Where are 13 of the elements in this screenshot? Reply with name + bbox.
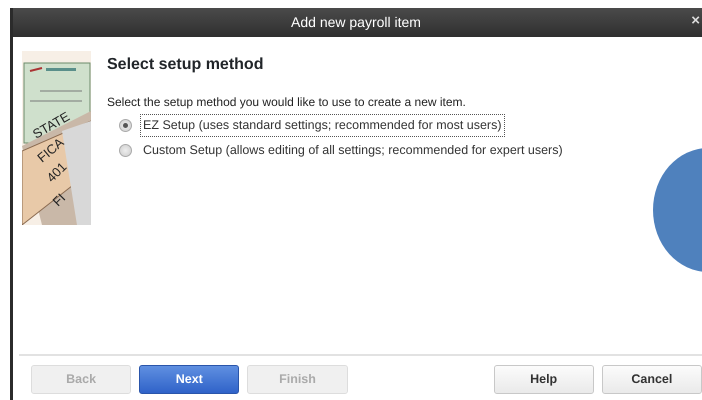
- close-button[interactable]: ×: [689, 11, 702, 31]
- radio-label[interactable]: EZ Setup (uses standard settings; recommended for most users): [140, 114, 504, 137]
- next-button[interactable]: Next: [139, 365, 240, 394]
- section-heading: Select setup method: [107, 55, 264, 75]
- instruction-text: Select the setup method you would like to use to create a new item.: [107, 94, 467, 111]
- radio-button[interactable]: [119, 118, 132, 132]
- window-title: Add new payroll item: [291, 13, 421, 32]
- dialog-button[interactable]: Help: [494, 365, 594, 394]
- radio-button[interactable]: [119, 144, 132, 157]
- dialog-button[interactable]: Cancel: [602, 365, 702, 394]
- radio-label[interactable]: Custom Setup (allows editing of all settings; recommended for expert users): [140, 138, 566, 162]
- checklist-label: FI: [50, 190, 68, 210]
- checklist-label: 401: [44, 159, 70, 186]
